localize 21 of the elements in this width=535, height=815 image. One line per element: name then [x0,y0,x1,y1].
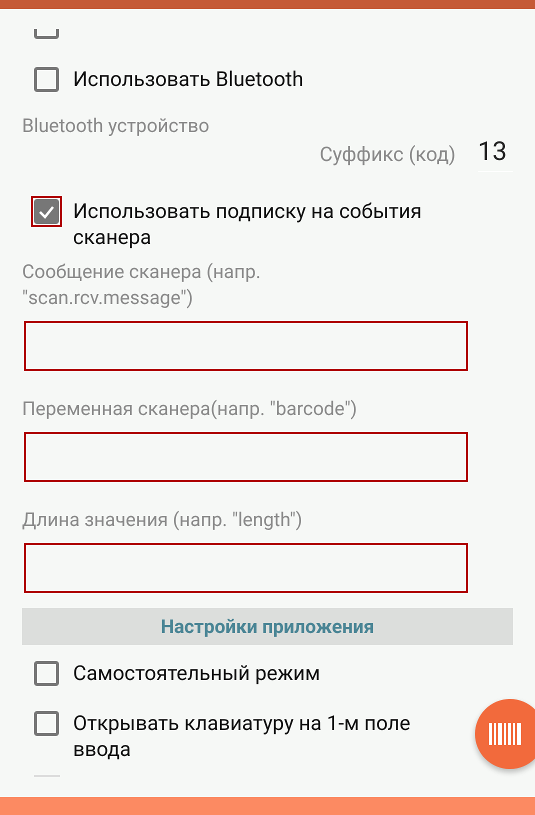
field-label: Сообщение сканера (напр. "scan.rcv.message") [22,259,262,311]
checkbox[interactable] [31,708,62,739]
section-header: Настройки приложения [22,608,513,645]
field-label: Bluetooth устройство [22,113,210,139]
barcode-icon [489,723,523,745]
field-label: Переменная сканера(напр. "barcode") [22,396,358,422]
field-label: Длина значения (напр. "length") [22,507,304,533]
checkbox-label: Использовать подписку на события сканера [73,199,423,251]
checkbox[interactable] [31,196,62,227]
input-field[interactable] [26,434,466,480]
checkbox-label: Использовать Bluetooth [73,67,304,93]
input-field[interactable] [26,323,466,369]
input-field[interactable] [26,545,466,591]
checkbox-label: Самостоятельный режим [73,661,320,687]
checkbox-label: Открывать клавиатуру на 1-м поле ввода [73,711,412,763]
number-field[interactable]: 13 [478,136,513,172]
field-label: Суффикс (код) [320,142,456,166]
check-icon [38,204,55,218]
scan-button[interactable] [475,699,535,769]
checkbox[interactable] [31,64,62,95]
checkbox[interactable] [31,658,62,689]
